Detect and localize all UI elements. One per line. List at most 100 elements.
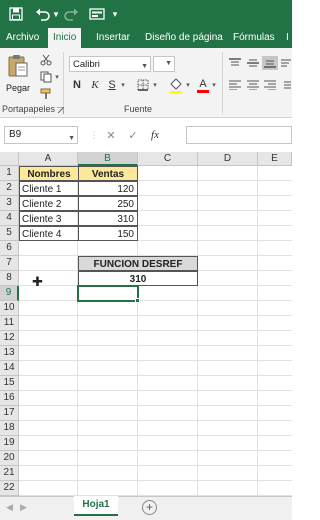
tab-insertar[interactable]: Insertar — [96, 28, 130, 48]
fill-handle[interactable] — [135, 298, 140, 303]
gridline-vertical — [197, 166, 198, 496]
row-header-18[interactable]: 18 — [0, 421, 19, 436]
group-label-clipboard: Portapapeles — [2, 104, 56, 114]
row-header-19[interactable]: 19 — [0, 436, 19, 451]
row-header-21[interactable]: 21 — [0, 466, 19, 481]
column-header-e[interactable]: E — [258, 152, 292, 166]
insert-function-icon[interactable]: fx — [144, 129, 166, 141]
cell-b2[interactable]: 120 — [78, 181, 138, 196]
row-header-11[interactable]: 11 — [0, 316, 19, 331]
row-header-13[interactable]: 13 — [0, 346, 19, 361]
active-cell-b9[interactable] — [77, 285, 139, 302]
row-header-12[interactable]: 12 — [0, 331, 19, 346]
fill-color-dropdown-icon[interactable]: ▾ — [184, 78, 192, 92]
row-header-9[interactable]: 9 — [0, 286, 19, 301]
align-bottom-icon[interactable] — [262, 56, 278, 70]
enter-icon[interactable]: ✓ — [122, 129, 144, 142]
font-color-dropdown-icon[interactable]: ▾ — [210, 78, 218, 92]
cell-b3[interactable]: 250 — [78, 196, 138, 211]
undo-icon[interactable] — [34, 4, 52, 24]
row-header-1[interactable]: 1 — [0, 166, 19, 181]
column-header-a[interactable]: A — [19, 152, 78, 166]
function-title-cell[interactable]: FUNCION DESREF — [78, 256, 198, 271]
row-header-16[interactable]: 16 — [0, 391, 19, 406]
dialog-launcher-icon[interactable] — [56, 106, 64, 114]
row-header-17[interactable]: 17 — [0, 406, 19, 421]
fill-color-icon[interactable] — [168, 78, 184, 94]
format-painter-icon[interactable] — [38, 87, 54, 101]
align-right-icon[interactable] — [262, 78, 278, 92]
row-header-5[interactable]: 5 — [0, 226, 19, 241]
header-ventas[interactable]: Ventas — [78, 166, 138, 181]
formula-bar: B9 ▼ ⋮ ✕ ✓ fx — [0, 118, 292, 152]
align-top-icon[interactable] — [227, 56, 243, 70]
paste-button[interactable]: Pegar — [4, 52, 32, 94]
copy-icon[interactable] — [38, 70, 54, 84]
cell-a4[interactable]: Cliente 3 — [19, 211, 79, 226]
form-icon[interactable] — [88, 4, 106, 24]
row-header-20[interactable]: 20 — [0, 451, 19, 466]
borders-dropdown-icon[interactable]: ▾ — [151, 78, 159, 92]
worksheet-grid[interactable]: A B C D E 1 2 3 4 5 6 7 8 9 10 11 12 13 14 15 16 17 18 19 2… — [0, 152, 292, 496]
mouse-cursor-icon: ✚ — [32, 274, 43, 289]
cell-a5[interactable]: Cliente 4 — [19, 226, 79, 241]
cell-a2[interactable]: Cliente 1 — [19, 181, 79, 196]
row-header-4[interactable]: 4 — [0, 211, 19, 226]
tab-archivo[interactable]: Archivo — [6, 28, 39, 48]
underline-dropdown-icon[interactable]: ▾ — [119, 78, 127, 92]
indent-icon[interactable] — [280, 78, 292, 92]
formula-input[interactable] — [186, 126, 292, 144]
gridline-horizontal — [19, 330, 292, 331]
font-color-icon[interactable]: A — [196, 78, 210, 94]
font-name-select[interactable]: Calibri ▼ — [69, 56, 151, 72]
copy-dropdown-icon[interactable]: ▾ — [53, 70, 61, 84]
row-header-10[interactable]: 10 — [0, 301, 19, 316]
gridline-horizontal — [19, 390, 292, 391]
customize-quick-access-icon[interactable]: ▾ — [110, 4, 120, 24]
add-sheet-icon[interactable]: + — [142, 500, 157, 515]
cell-a3[interactable]: Cliente 2 — [19, 196, 79, 211]
tab-diseno-de-pagina[interactable]: Diseño de página — [145, 28, 223, 48]
align-middle-icon[interactable] — [245, 56, 261, 70]
chevron-down-icon: ▼ — [141, 63, 148, 70]
ribbon: Pegar ▾ Calibri ▼ ▼ N K S ▾ ▾ ▾ A ▾ Port… — [0, 48, 292, 118]
row-header-2[interactable]: 2 — [0, 181, 19, 196]
undo-dropdown-icon[interactable]: ▼ — [52, 4, 60, 24]
group-label-font: Fuente — [124, 104, 153, 114]
wrap-text-icon[interactable] — [280, 56, 292, 70]
bold-icon[interactable]: N — [70, 78, 84, 92]
column-header-d[interactable]: D — [198, 152, 258, 166]
row-header-6[interactable]: 6 — [0, 241, 19, 256]
italic-icon[interactable]: K — [88, 78, 102, 92]
row-header-8[interactable]: 8 — [0, 271, 19, 286]
tab-truncated[interactable]: I — [286, 28, 289, 48]
row-header-3[interactable]: 3 — [0, 196, 19, 211]
redo-icon[interactable] — [63, 4, 79, 24]
cell-b5[interactable]: 150 — [78, 226, 138, 241]
row-header-22[interactable]: 22 — [0, 481, 19, 496]
align-center-icon[interactable] — [245, 78, 261, 92]
cancel-icon[interactable]: ✕ — [100, 129, 122, 142]
select-all-corner[interactable] — [0, 152, 19, 166]
row-header-15[interactable]: 15 — [0, 376, 19, 391]
column-header-c[interactable]: C — [138, 152, 198, 166]
underline-icon[interactable]: S — [105, 78, 119, 92]
function-result-cell[interactable]: 310 — [78, 271, 198, 286]
row-header-14[interactable]: 14 — [0, 361, 19, 376]
borders-icon[interactable] — [135, 78, 151, 92]
header-nombres[interactable]: Nombres — [19, 166, 79, 181]
align-left-icon[interactable] — [227, 78, 243, 92]
row-header-7[interactable]: 7 — [0, 256, 19, 271]
sheet-prev-icon[interactable]: ◀ — [6, 502, 13, 513]
column-header-b[interactable]: B — [78, 152, 138, 166]
cut-icon[interactable] — [38, 53, 54, 67]
tab-formulas[interactable]: Fórmulas — [233, 28, 275, 48]
cell-b4[interactable]: 310 — [78, 211, 138, 226]
font-size-select[interactable]: ▼ — [153, 56, 175, 72]
save-icon[interactable] — [8, 4, 24, 24]
sheet-next-icon[interactable]: ▶ — [20, 502, 27, 513]
name-box[interactable]: B9 ▼ — [4, 126, 78, 144]
tab-inicio[interactable]: Inicio — [48, 28, 82, 48]
sheet-tab-hoja1[interactable]: Hoja1 — [74, 496, 118, 516]
gridline-horizontal — [19, 345, 292, 346]
